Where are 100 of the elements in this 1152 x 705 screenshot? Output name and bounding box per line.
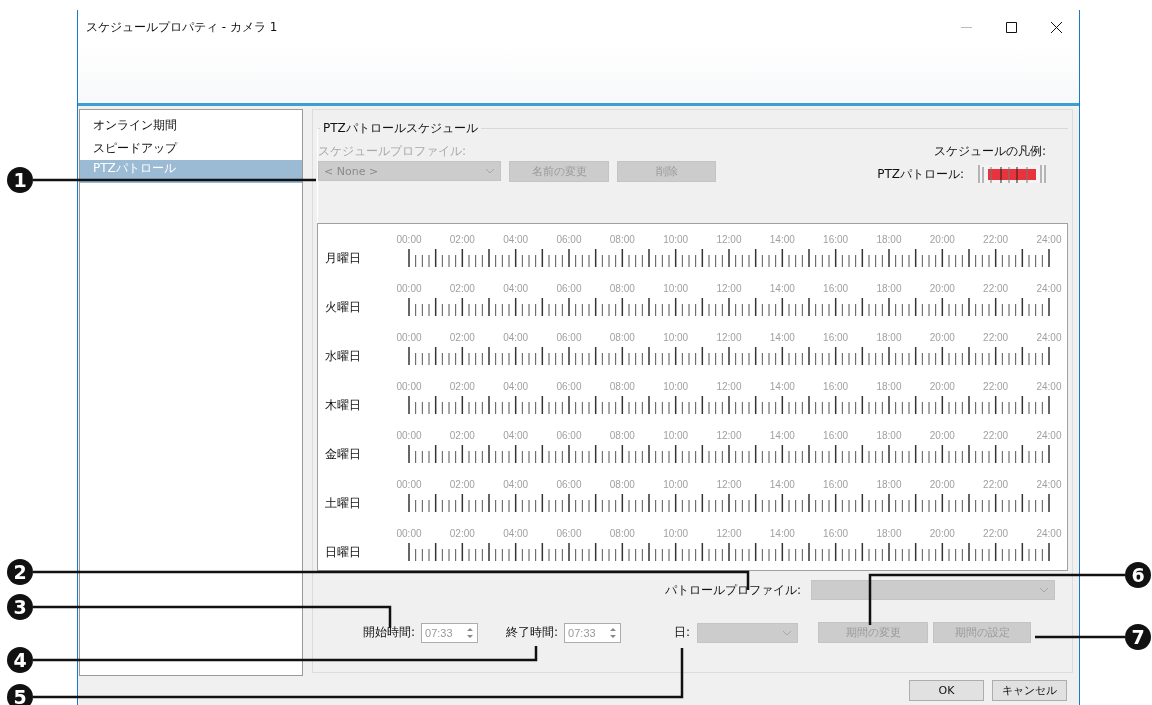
legend-title: スケジュールの凡例: <box>933 143 1046 160</box>
caret-icon <box>782 629 793 636</box>
time-label: 16:00 <box>822 478 850 491</box>
callout-number: 7 <box>1125 624 1151 650</box>
time-label: 08:00 <box>608 380 636 393</box>
time-label: 12:00 <box>715 331 743 344</box>
time-label: 18:00 <box>875 331 903 344</box>
time-label: 12:00 <box>715 282 743 295</box>
time-label: 18:00 <box>875 527 903 540</box>
day-label: 木曜日 <box>325 397 362 414</box>
day-label: 日曜日 <box>325 544 362 561</box>
time-label: 24:00 <box>1035 233 1063 246</box>
time-label: 02:00 <box>448 233 476 246</box>
timeline-ruler[interactable] <box>408 396 1050 414</box>
time-label: 22:00 <box>982 429 1010 442</box>
time-label: 04:00 <box>502 233 530 246</box>
dropdown-value: < None > <box>324 164 379 178</box>
time-label: 24:00 <box>1035 429 1063 442</box>
time-label: 14:00 <box>768 429 796 442</box>
caret-icon <box>1039 587 1049 593</box>
time-label: 24:00 <box>1035 282 1063 295</box>
time-label: 20:00 <box>928 527 956 540</box>
time-label: 10:00 <box>662 380 690 393</box>
time-label: 02:00 <box>448 478 476 491</box>
time-label: 08:00 <box>608 282 636 295</box>
time-label: 14:00 <box>768 478 796 491</box>
legend-swatch-icon <box>978 164 1046 184</box>
callout-number: 1 <box>7 167 33 193</box>
time-label: 00:00 <box>395 282 423 295</box>
time-label: 18:00 <box>875 233 903 246</box>
time-value: 07:33 <box>425 626 453 639</box>
time-label: 22:00 <box>982 527 1010 540</box>
time-label: 04:00 <box>502 282 530 295</box>
time-label: 22:00 <box>982 282 1010 295</box>
group-title: PTZパトロールスケジュール <box>320 120 481 137</box>
day-label: 土曜日 <box>325 495 362 512</box>
time-label: 08:00 <box>608 527 636 540</box>
timeline-ruler[interactable] <box>408 249 1050 267</box>
time-label: 06:00 <box>555 331 583 344</box>
time-label: 24:00 <box>1035 478 1063 491</box>
time-label: 20:00 <box>928 478 956 491</box>
time-label: 22:00 <box>982 331 1010 344</box>
time-label: 04:00 <box>502 527 530 540</box>
legend-label: PTZパトロール: <box>877 165 964 183</box>
time-label: 02:00 <box>448 527 476 540</box>
timeline-ruler[interactable] <box>408 543 1050 561</box>
day-label: 水曜日 <box>325 348 362 365</box>
caret-icon <box>485 168 495 174</box>
time-label: 04:00 <box>502 380 530 393</box>
time-label: 02:00 <box>448 331 476 344</box>
end-time-label: 終了時間: <box>506 624 559 641</box>
time-label: 18:00 <box>875 380 903 393</box>
time-label: 04:00 <box>502 429 530 442</box>
patrol-profile-label: パトロールプロファイル: <box>664 581 801 599</box>
time-label: 00:00 <box>395 331 423 344</box>
time-label: 08:00 <box>608 429 636 442</box>
time-label: 02:00 <box>448 282 476 295</box>
timeline-ruler[interactable] <box>408 298 1050 316</box>
time-value: 07:33 <box>568 626 596 639</box>
time-label: 06:00 <box>555 282 583 295</box>
time-label: 16:00 <box>822 380 850 393</box>
timeline-ruler[interactable] <box>408 445 1050 463</box>
callout-number: 6 <box>1125 562 1151 588</box>
time-label: 16:00 <box>822 429 850 442</box>
time-label: 22:00 <box>982 380 1010 393</box>
time-label: 16:00 <box>822 282 850 295</box>
time-label: 12:00 <box>715 527 743 540</box>
callout-number: 5 <box>7 684 33 705</box>
time-label: 18:00 <box>875 478 903 491</box>
time-label: 22:00 <box>982 233 1010 246</box>
window-title: スケジュールプロパティ - カメラ 1 <box>86 19 278 36</box>
time-label: 20:00 <box>928 429 956 442</box>
ok-button[interactable]: OK <box>909 680 984 701</box>
cancel-button[interactable]: キャンセル <box>992 680 1067 701</box>
maximize-icon[interactable] <box>1006 22 1017 33</box>
day-field-label: 日: <box>674 624 691 641</box>
time-label: 02:00 <box>448 429 476 442</box>
time-label: 08:00 <box>608 233 636 246</box>
time-label: 10:00 <box>662 429 690 442</box>
time-label: 14:00 <box>768 282 796 295</box>
timeline-ruler[interactable] <box>408 494 1050 512</box>
time-label: 16:00 <box>822 331 850 344</box>
callout-number: 2 <box>7 559 33 585</box>
sidebar-item[interactable]: オンライン期間 <box>80 114 302 137</box>
time-label: 16:00 <box>822 233 850 246</box>
time-label: 14:00 <box>768 233 796 246</box>
time-label: 24:00 <box>1035 380 1063 393</box>
sidebar-item[interactable]: PTZパトロール <box>80 160 302 183</box>
time-label: 18:00 <box>875 282 903 295</box>
time-label: 04:00 <box>502 331 530 344</box>
timeline-ruler[interactable] <box>408 347 1050 365</box>
time-label: 12:00 <box>715 478 743 491</box>
time-label: 06:00 <box>555 527 583 540</box>
sidebar-item[interactable]: スピードアップ <box>80 137 302 160</box>
time-label: 22:00 <box>982 478 1010 491</box>
time-label: 10:00 <box>662 478 690 491</box>
close-icon[interactable] <box>1051 22 1062 33</box>
time-label: 12:00 <box>715 380 743 393</box>
time-label: 10:00 <box>662 282 690 295</box>
day-label: 月曜日 <box>325 250 362 267</box>
